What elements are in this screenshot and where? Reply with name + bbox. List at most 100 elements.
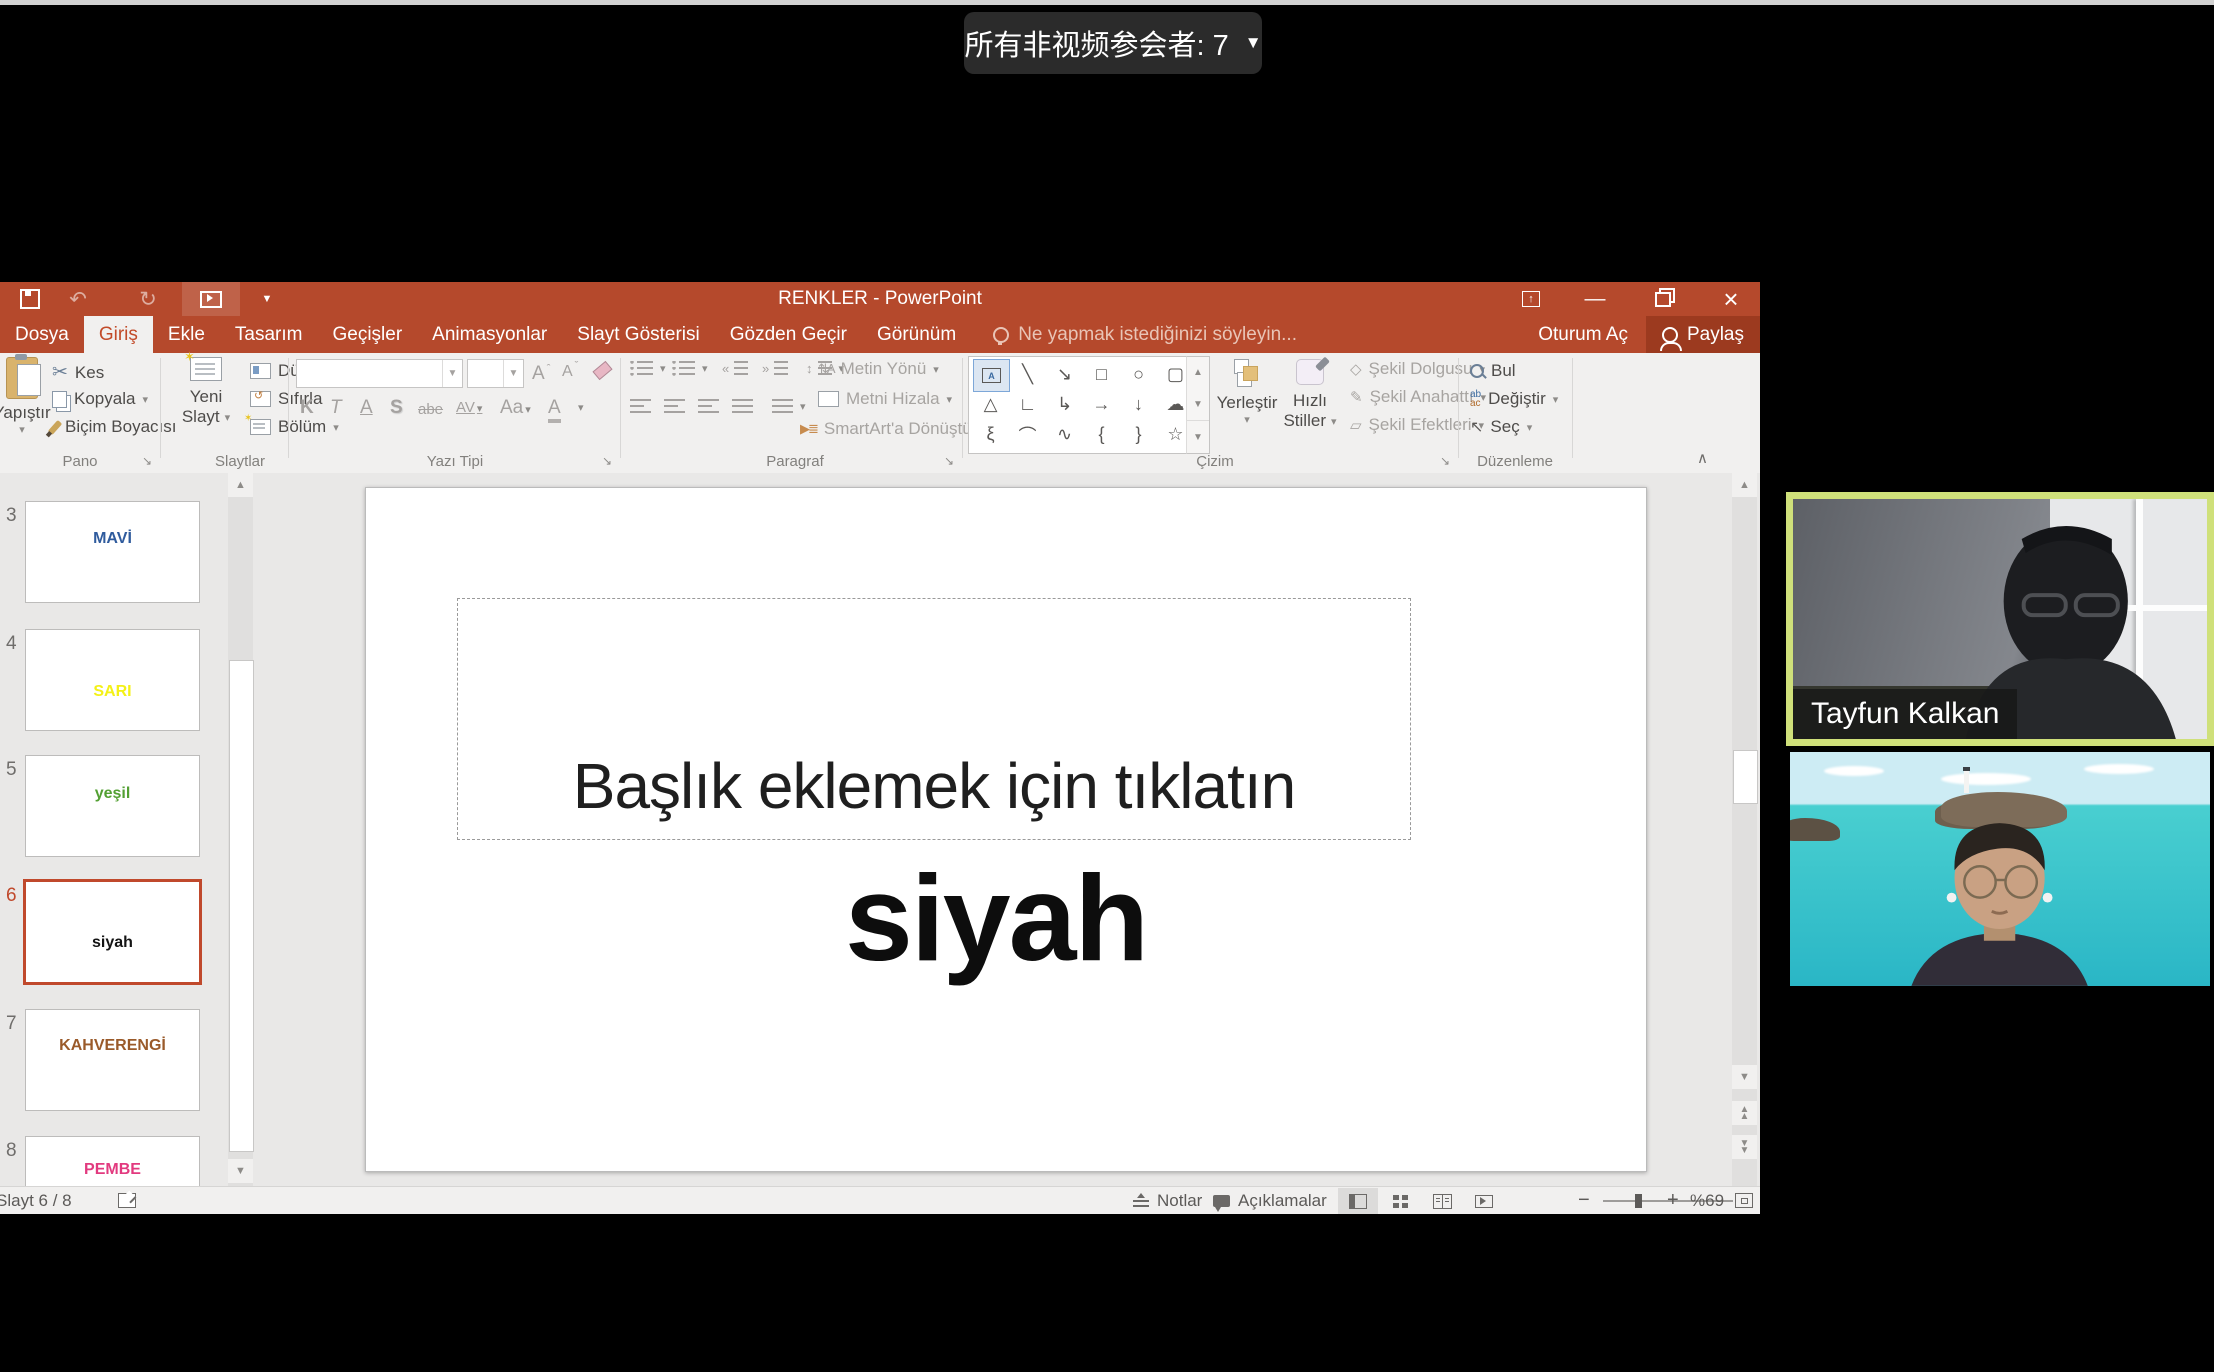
spellcheck-button[interactable] — [118, 1187, 136, 1214]
yazi-tipi-dialog-launcher[interactable]: ↘ — [602, 454, 612, 468]
rectangle-shape[interactable]: □ — [1084, 359, 1119, 390]
slide-thumbnail-8[interactable]: PEMBE — [25, 1136, 200, 1186]
elbow-connector-shape[interactable]: ∟ — [1010, 389, 1045, 420]
notes-button[interactable]: Notlar — [1133, 1187, 1202, 1214]
video-tile-speaker[interactable]: Tayfun Kalkan — [1786, 492, 2214, 746]
shape-outline-button[interactable]: ✎ Şekil Anahattı — [1350, 387, 1486, 407]
tell-me-box[interactable]: Ne yapmak istediğinizi söyleyin... — [993, 316, 1297, 353]
slide-thumbnail-7[interactable]: KAHVERENGİ — [25, 1009, 200, 1111]
select-button[interactable]: ↖ Seç — [1470, 417, 1532, 437]
reading-view-button[interactable] — [1422, 1188, 1462, 1214]
decrease-indent-button[interactable]: « — [722, 361, 748, 376]
zoom-slider-thumb[interactable] — [1635, 1194, 1642, 1208]
arrow-shape[interactable]: ↘ — [1047, 359, 1082, 390]
zoom-in-button[interactable]: + — [1667, 1187, 1679, 1214]
replace-button[interactable]: abac Değiştir — [1470, 389, 1558, 409]
sign-in-button[interactable]: Oturum Aç — [1520, 316, 1646, 353]
align-right-button[interactable] — [698, 399, 719, 414]
triangle-shape[interactable]: △ — [973, 389, 1008, 420]
scroll-down-icon[interactable]: ▼ — [228, 1159, 253, 1183]
editor-scrollbar-thumb[interactable] — [1733, 750, 1758, 804]
chevron-down-icon[interactable]: ▼ — [442, 360, 462, 387]
collapse-ribbon-button[interactable]: ∧ — [1697, 449, 1708, 467]
tab-gecisler[interactable]: Geçişler — [317, 316, 417, 353]
numbering-button[interactable] — [672, 361, 708, 376]
section-button[interactable]: Bölüm — [250, 417, 339, 437]
justify-button[interactable] — [732, 399, 753, 414]
strikethrough-button[interactable]: abe — [418, 401, 443, 418]
bold-button[interactable]: K — [300, 397, 314, 419]
columns-button[interactable] — [772, 399, 806, 414]
ribbon-display-options-button[interactable]: ↑ — [1508, 282, 1554, 316]
scroll-down-icon[interactable]: ▼ — [1732, 1065, 1757, 1089]
participants-dropdown[interactable]: 所有非视频参会者: 7 ▼ — [964, 12, 1262, 74]
elbow-arrow-connector-shape[interactable]: ↳ — [1047, 389, 1082, 420]
tab-tasarim[interactable]: Tasarım — [220, 316, 318, 353]
shape-fill-button[interactable]: ◇ Şekil Dolgusu — [1350, 359, 1485, 379]
cizim-dialog-launcher[interactable]: ↘ — [1440, 454, 1450, 468]
thumbnail-scrollbar[interactable]: ▲ ▼ — [228, 473, 253, 1186]
previous-slide-button[interactable]: ▲▲ — [1732, 1101, 1757, 1125]
bullets-button[interactable] — [630, 361, 666, 376]
shapes-gallery-scrollbar[interactable]: ▲ ▼ ▼ — [1186, 356, 1210, 454]
cut-button[interactable]: Kes — [52, 361, 104, 384]
tab-gozden-gecir[interactable]: Gözden Geçir — [715, 316, 862, 353]
character-spacing-button[interactable]: AV — [456, 399, 482, 416]
left-brace-shape[interactable]: { — [1084, 419, 1119, 450]
curve-shape[interactable]: ∿ — [1047, 419, 1082, 450]
grow-font-button[interactable]: Aˆ — [532, 363, 550, 385]
tab-dosya[interactable]: Dosya — [0, 316, 84, 353]
fit-to-window-button[interactable] — [1735, 1187, 1753, 1214]
slide-thumbnail-3[interactable]: MAVİ — [25, 501, 200, 603]
font-color-button[interactable]: A — [548, 397, 561, 423]
more-shapes-icon[interactable]: ▼ — [1187, 420, 1209, 453]
zoom-out-button[interactable]: − — [1578, 1187, 1590, 1214]
shrink-font-button[interactable]: Aˇ — [562, 363, 578, 381]
scroll-up-icon[interactable]: ▲ — [1187, 357, 1209, 389]
tab-ekle[interactable]: Ekle — [153, 316, 220, 353]
arc-shape[interactable]: ⌒ — [1010, 419, 1045, 450]
right-arrow-shape[interactable]: → — [1084, 389, 1119, 420]
slideshow-view-button[interactable] — [1464, 1188, 1504, 1214]
change-case-button[interactable]: Aa — [500, 397, 531, 419]
slide-sorter-view-button[interactable] — [1380, 1188, 1420, 1214]
next-slide-button[interactable]: ▼▼ — [1732, 1135, 1757, 1159]
format-painter-button[interactable]: Biçim Boyacısı — [52, 417, 176, 437]
italic-button[interactable]: T — [330, 397, 342, 419]
thumbnail-scrollbar-thumb[interactable] — [229, 660, 254, 1152]
slide-canvas[interactable]: Başlık eklemek için tıklatın siyah — [365, 487, 1647, 1172]
quick-styles-button[interactable]: Hızlı Stiller — [1282, 359, 1338, 431]
undo-button[interactable]: ↶ — [56, 282, 100, 316]
oval-shape[interactable]: ○ — [1121, 359, 1156, 390]
find-button[interactable]: Bul — [1470, 361, 1516, 381]
line-shape[interactable]: ╲ — [1010, 359, 1045, 390]
tab-gorunum[interactable]: Görünüm — [862, 316, 971, 353]
scribble-shape[interactable]: ξ — [973, 419, 1008, 450]
text-shadow-button[interactable]: S — [390, 397, 403, 419]
pano-dialog-launcher[interactable]: ↘ — [142, 454, 152, 468]
align-text-button[interactable]: Metni Hizala — [818, 389, 952, 409]
tab-animasyonlar[interactable]: Animasyonlar — [417, 316, 562, 353]
editor-scrollbar[interactable]: ▲ ▼ ▲▲ ▼▼ — [1732, 473, 1757, 1186]
scroll-down-icon[interactable]: ▼ — [1187, 389, 1209, 421]
align-left-button[interactable] — [630, 399, 651, 414]
restore-button[interactable] — [1640, 282, 1686, 316]
redo-button[interactable]: ↻ — [126, 282, 170, 316]
tab-slayt-gosterisi[interactable]: Slayt Gösterisi — [562, 316, 714, 353]
save-button[interactable] — [10, 282, 50, 316]
slide-text-siyah[interactable]: siyah — [366, 848, 1626, 988]
slide-thumbnail-4[interactable]: SARI — [25, 629, 200, 731]
paragraf-dialog-launcher[interactable]: ↘ — [944, 454, 954, 468]
chevron-down-icon[interactable]: ▼ — [503, 360, 523, 387]
comments-button[interactable]: Açıklamalar — [1213, 1187, 1327, 1214]
minimize-button[interactable]: — — [1572, 282, 1618, 316]
font-size-combobox[interactable]: ▼ — [467, 359, 524, 388]
increase-indent-button[interactable]: » — [762, 361, 788, 376]
video-tile-participant[interactable] — [1790, 752, 2210, 986]
clear-formatting-button[interactable] — [594, 361, 611, 372]
scroll-up-icon[interactable]: ▲ — [228, 473, 253, 497]
font-name-combobox[interactable]: ▼ — [296, 359, 463, 388]
align-center-button[interactable] — [664, 399, 685, 414]
slide-thumbnail-5[interactable]: yeşil — [25, 755, 200, 857]
quick-access-customize-button[interactable]: ▼ — [252, 282, 282, 316]
